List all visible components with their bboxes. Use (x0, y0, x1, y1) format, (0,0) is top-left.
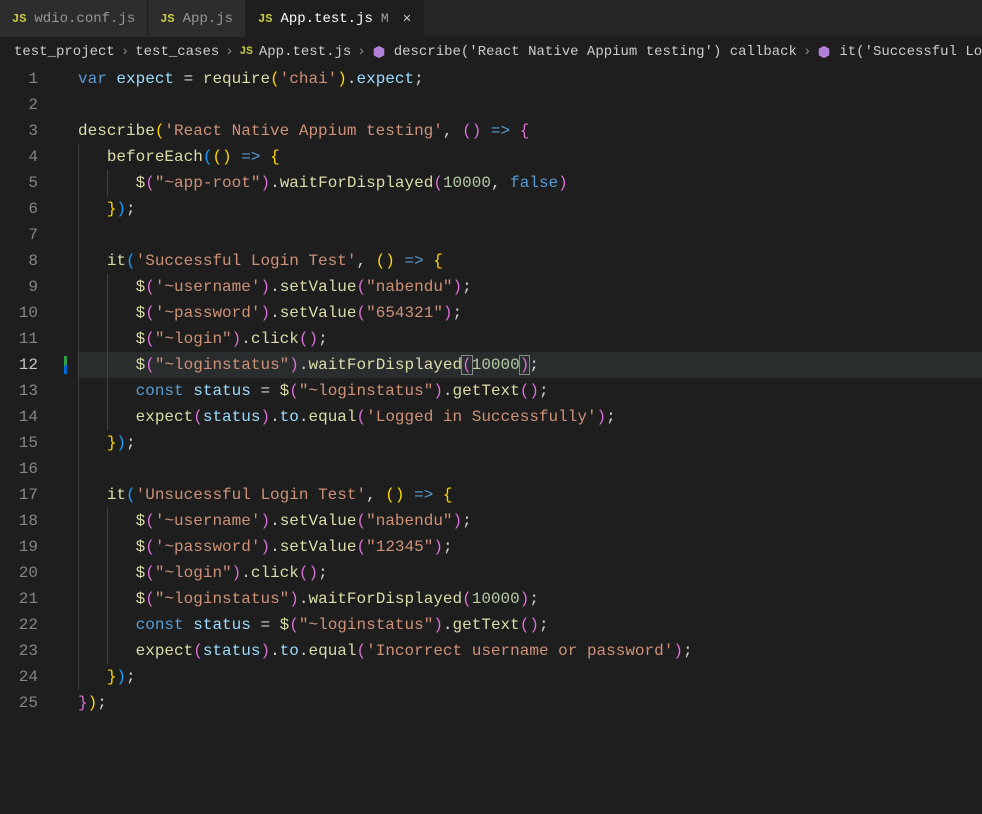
line-number: 17 (0, 482, 38, 508)
breadcrumb-item[interactable]: it('Successful Lo (839, 39, 982, 65)
line-number: 14 (0, 404, 38, 430)
code-line[interactable]: }); (78, 690, 982, 716)
line-number: 5 (0, 170, 38, 196)
code-line[interactable]: beforeEach(() => { (78, 144, 982, 170)
code-line[interactable]: }); (78, 430, 982, 456)
chevron-right-icon: › (225, 39, 233, 65)
line-number: 9 (0, 274, 38, 300)
line-number: 7 (0, 222, 38, 248)
line-number: 2 (0, 92, 38, 118)
breadcrumb-item[interactable]: test_cases (135, 39, 219, 65)
code-line[interactable]: $("~login").click(); (78, 326, 982, 352)
line-number: 21 (0, 586, 38, 612)
line-number: 18 (0, 508, 38, 534)
line-number: 19 (0, 534, 38, 560)
code-line[interactable]: expect(status).to.equal('Logged in Succe… (78, 404, 982, 430)
code-area[interactable]: var expect = require('chai').expect; desc… (60, 66, 982, 814)
code-line[interactable]: $('~password').setValue("12345"); (78, 534, 982, 560)
chevron-right-icon: › (357, 39, 365, 65)
tab-app-test-js[interactable]: JS App.test.js M ✕ (246, 0, 424, 37)
line-number: 15 (0, 430, 38, 456)
line-number: 12 (0, 352, 38, 378)
code-line[interactable]: $("~loginstatus").waitForDisplayed(10000… (78, 352, 982, 378)
line-number: 4 (0, 144, 38, 170)
tab-label: wdio.conf.js (34, 6, 135, 32)
code-line[interactable]: $('~password').setValue("654321"); (78, 300, 982, 326)
breadcrumb-item[interactable]: App.test.js (259, 39, 351, 65)
chevron-right-icon: › (803, 39, 811, 65)
code-line[interactable]: it('Unsucessful Login Test', () => { (78, 482, 982, 508)
code-line[interactable]: const status = $("~loginstatus").getText… (78, 612, 982, 638)
code-line[interactable]: const status = $("~loginstatus").getText… (78, 378, 982, 404)
breadcrumb: test_project › test_cases › JS App.test.… (0, 38, 982, 66)
chevron-right-icon: › (121, 39, 129, 65)
close-icon[interactable]: ✕ (403, 6, 411, 32)
line-number: 25 (0, 690, 38, 716)
tab-label: App.js (183, 6, 233, 32)
code-editor[interactable]: 1234567891011121314151617181920212223242… (0, 66, 982, 814)
line-number: 1 (0, 66, 38, 92)
breadcrumb-item[interactable]: test_project (14, 39, 115, 65)
line-number: 24 (0, 664, 38, 690)
js-icon: JS (12, 6, 26, 32)
code-line[interactable]: $('~username').setValue("nabendu"); (78, 274, 982, 300)
code-line[interactable]: $('~username').setValue("nabendu"); (78, 508, 982, 534)
code-line[interactable]: expect(status).to.equal('Incorrect usern… (78, 638, 982, 664)
code-line[interactable]: }); (78, 664, 982, 690)
method-icon (372, 45, 386, 59)
code-line[interactable]: describe('React Native Appium testing', … (78, 118, 982, 144)
line-number: 20 (0, 560, 38, 586)
code-line[interactable] (78, 92, 982, 118)
line-number: 8 (0, 248, 38, 274)
line-number: 11 (0, 326, 38, 352)
modified-indicator: M (381, 6, 389, 32)
line-number: 3 (0, 118, 38, 144)
js-icon: JS (160, 6, 174, 32)
js-icon: JS (240, 39, 253, 65)
line-number: 6 (0, 196, 38, 222)
editor-tabs: JS wdio.conf.js JS App.js JS App.test.js… (0, 0, 982, 38)
js-icon: JS (258, 6, 272, 32)
tab-wdio-conf[interactable]: JS wdio.conf.js (0, 0, 148, 37)
line-number: 23 (0, 638, 38, 664)
tab-app-js[interactable]: JS App.js (148, 0, 246, 37)
code-line[interactable]: var expect = require('chai').expect; (78, 66, 982, 92)
code-line[interactable]: }); (78, 196, 982, 222)
line-number: 16 (0, 456, 38, 482)
line-number: 10 (0, 300, 38, 326)
tab-label: App.test.js (280, 6, 372, 32)
line-number: 22 (0, 612, 38, 638)
breadcrumb-item[interactable]: describe('React Native Appium testing') … (394, 39, 797, 65)
line-number: 13 (0, 378, 38, 404)
code-line[interactable] (78, 222, 982, 248)
method-icon (817, 45, 831, 59)
code-line[interactable] (78, 456, 982, 482)
code-line[interactable]: $("~loginstatus").waitForDisplayed(10000… (78, 586, 982, 612)
code-line[interactable]: $("~login").click(); (78, 560, 982, 586)
code-line[interactable]: $("~app-root").waitForDisplayed(10000, f… (78, 170, 982, 196)
line-number-gutter: 1234567891011121314151617181920212223242… (0, 66, 60, 814)
code-line[interactable]: it('Successful Login Test', () => { (78, 248, 982, 274)
